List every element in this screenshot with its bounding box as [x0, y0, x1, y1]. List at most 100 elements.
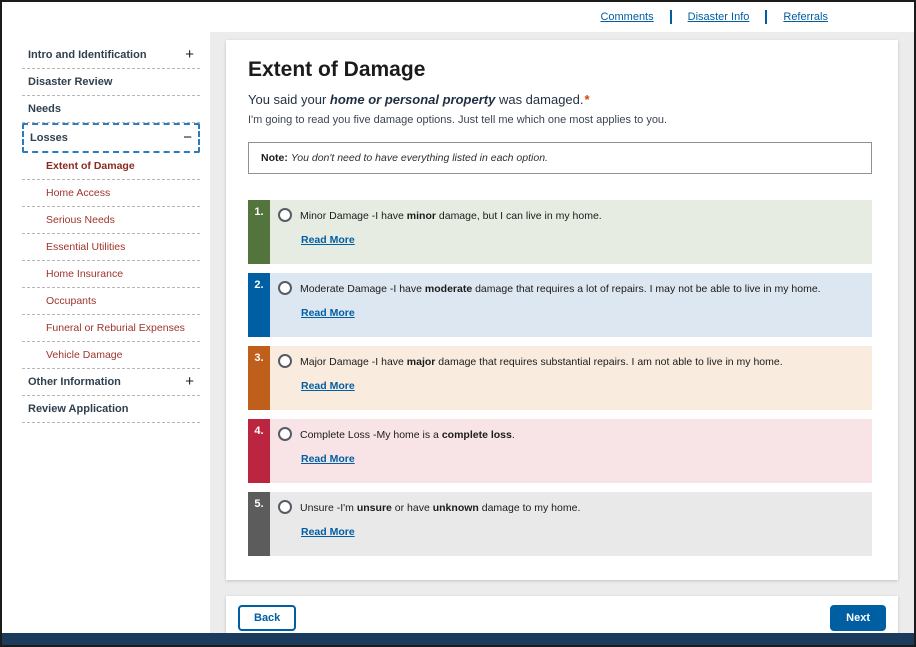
- read-more-link[interactable]: Read More: [301, 307, 355, 319]
- option-text-bold: unsure: [357, 502, 392, 514]
- note-text: You don't need to have everything listed…: [291, 152, 548, 164]
- sidebar-item-other-information[interactable]: Other Information +: [22, 369, 200, 396]
- question-text: You said your home or personal property …: [248, 92, 872, 107]
- radio-button[interactable]: [278, 281, 292, 295]
- option-text: Minor Damage -I have minor damage, but I…: [300, 209, 602, 223]
- sidebar-subitem-home-insurance[interactable]: Home Insurance: [22, 261, 200, 288]
- instruction-text: I'm going to read you five damage option…: [248, 114, 872, 126]
- question-emphasis: home or personal property: [330, 92, 495, 107]
- sidebar-subitem-home-access[interactable]: Home Access: [22, 180, 200, 207]
- option-choice[interactable]: Unsure -I'm unsure or have unknown damag…: [278, 501, 860, 515]
- sidebar-subitem-essential-utilities[interactable]: Essential Utilities: [22, 234, 200, 261]
- option-choice[interactable]: Major Damage -I have major damage that r…: [278, 355, 860, 369]
- required-asterisk: *: [585, 92, 590, 107]
- link-separator: [670, 10, 672, 24]
- top-link-referrals[interactable]: Referrals: [783, 11, 828, 23]
- page-title: Extent of Damage: [248, 58, 872, 82]
- option-number-badge: 4.: [248, 419, 270, 483]
- option-row-minor-damage: 1. Minor Damage -I have minor damage, bu…: [248, 200, 872, 264]
- application-window: Comments Disaster Info Referrals Intro a…: [0, 0, 916, 647]
- option-number-badge: 2.: [248, 273, 270, 337]
- note-label: Note:: [261, 152, 288, 164]
- option-body: Unsure -I'm unsure or have unknown damag…: [270, 492, 872, 556]
- option-text-mid: damage that requires a lot of repairs. I…: [472, 283, 820, 295]
- top-link-comments[interactable]: Comments: [600, 11, 653, 23]
- option-choice[interactable]: Moderate Damage -I have moderate damage …: [278, 282, 860, 296]
- footer-strip: [2, 633, 914, 645]
- sidebar-item-review-application[interactable]: Review Application: [22, 396, 200, 423]
- option-number-badge: 5.: [248, 492, 270, 556]
- option-row-major-damage: 3. Major Damage -I have major damage tha…: [248, 346, 872, 410]
- sidebar-subitem-serious-needs[interactable]: Serious Needs: [22, 207, 200, 234]
- question-pre: You said your: [248, 92, 330, 107]
- option-text-post: damage to my home.: [479, 502, 581, 514]
- read-more-link[interactable]: Read More: [301, 526, 355, 538]
- top-links-nav: Comments Disaster Info Referrals: [600, 10, 828, 24]
- option-text-pre: Moderate Damage -I have: [300, 283, 425, 295]
- sidebar-subitem-occupants[interactable]: Occupants: [22, 288, 200, 315]
- sidebar-item-disaster-review[interactable]: Disaster Review: [22, 69, 200, 96]
- sidebar-item-label: Review Application: [28, 403, 128, 415]
- sidebar-item-intro-and-identification[interactable]: Intro and Identification +: [22, 42, 200, 69]
- sidebar-subitem-extent-of-damage[interactable]: Extent of Damage: [22, 153, 200, 180]
- damage-options-list: 1. Minor Damage -I have minor damage, bu…: [248, 200, 872, 556]
- sidebar-item-label: Losses: [30, 132, 68, 144]
- radio-button[interactable]: [278, 500, 292, 514]
- question-post: was damaged.: [495, 92, 583, 107]
- option-text-pre: Major Damage -I have: [300, 356, 407, 368]
- sidebar-subitem-vehicle-damage[interactable]: Vehicle Damage: [22, 342, 200, 369]
- collapse-icon[interactable]: −: [183, 133, 192, 143]
- option-body: Moderate Damage -I have moderate damage …: [270, 273, 872, 337]
- sidebar-item-label: Other Information: [28, 376, 121, 388]
- sidebar-item-label: Intro and Identification: [28, 49, 147, 61]
- expand-icon[interactable]: +: [185, 377, 194, 387]
- next-button[interactable]: Next: [830, 605, 886, 631]
- sidebar-item-losses[interactable]: Losses −: [22, 123, 200, 153]
- read-more-link[interactable]: Read More: [301, 380, 355, 392]
- expand-icon[interactable]: +: [185, 50, 194, 60]
- option-text-mid: or have: [392, 502, 433, 514]
- back-button[interactable]: Back: [238, 605, 296, 631]
- link-separator: [765, 10, 767, 24]
- option-row-unsure: 5. Unsure -I'm unsure or have unknown da…: [248, 492, 872, 556]
- content-card: Extent of Damage You said your home or p…: [226, 40, 898, 580]
- option-row-moderate-damage: 2. Moderate Damage -I have moderate dama…: [248, 273, 872, 337]
- read-more-link[interactable]: Read More: [301, 234, 355, 246]
- body-row: Intro and Identification + Disaster Revi…: [2, 32, 914, 633]
- option-body: Complete Loss -My home is a complete los…: [270, 419, 872, 483]
- radio-button[interactable]: [278, 354, 292, 368]
- option-text-pre: Complete Loss -My home is a: [300, 429, 442, 441]
- option-text-bold: moderate: [425, 283, 472, 295]
- option-text-mid: damage, but I can live in my home.: [436, 210, 602, 222]
- option-number-badge: 1.: [248, 200, 270, 264]
- option-text: Moderate Damage -I have moderate damage …: [300, 282, 821, 296]
- main-area: Extent of Damage You said your home or p…: [210, 32, 914, 633]
- option-text-mid: .: [512, 429, 515, 441]
- option-body: Minor Damage -I have minor damage, but I…: [270, 200, 872, 264]
- option-text-bold: minor: [407, 210, 436, 222]
- sidebar: Intro and Identification + Disaster Revi…: [2, 32, 210, 633]
- note-box: Note:You don't need to have everything l…: [248, 142, 872, 174]
- sidebar-item-needs[interactable]: Needs: [22, 96, 200, 123]
- option-row-complete-loss: 4. Complete Loss -My home is a complete …: [248, 419, 872, 483]
- radio-button[interactable]: [278, 427, 292, 441]
- option-text: Major Damage -I have major damage that r…: [300, 355, 783, 369]
- sidebar-item-label: Disaster Review: [28, 76, 112, 88]
- option-text-mid: damage that requires substantial repairs…: [435, 356, 782, 368]
- option-text-pre: Unsure -I'm: [300, 502, 357, 514]
- option-body: Major Damage -I have major damage that r…: [270, 346, 872, 410]
- option-text: Complete Loss -My home is a complete los…: [300, 428, 515, 442]
- sidebar-subitem-funeral-or-reburial-expenses[interactable]: Funeral or Reburial Expenses: [22, 315, 200, 342]
- top-bar: Comments Disaster Info Referrals: [2, 2, 914, 32]
- option-choice[interactable]: Complete Loss -My home is a complete los…: [278, 428, 860, 442]
- option-choice[interactable]: Minor Damage -I have minor damage, but I…: [278, 209, 860, 223]
- option-text-bold: complete loss: [442, 429, 512, 441]
- sidebar-item-label: Needs: [28, 103, 61, 115]
- option-text-pre: Minor Damage -I have: [300, 210, 407, 222]
- top-link-disaster-info[interactable]: Disaster Info: [688, 11, 750, 23]
- read-more-link[interactable]: Read More: [301, 453, 355, 465]
- option-text-bold: major: [407, 356, 436, 368]
- option-text-bold: unknown: [433, 502, 479, 514]
- radio-button[interactable]: [278, 208, 292, 222]
- option-number-badge: 3.: [248, 346, 270, 410]
